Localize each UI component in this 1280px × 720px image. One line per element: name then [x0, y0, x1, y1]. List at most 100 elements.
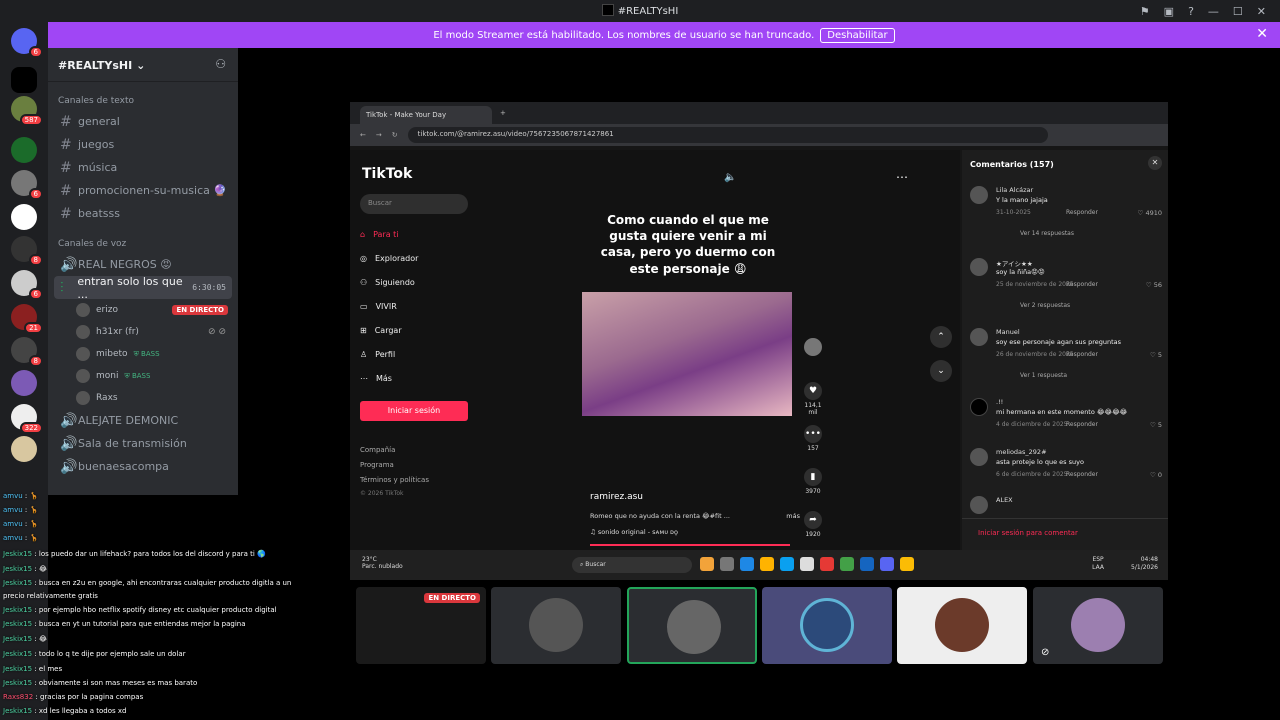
help-icon[interactable]: ?	[1188, 5, 1194, 18]
video-sound[interactable]: ♫ sonido original - ꜱᴀᴍᴜ ᴅϙ	[590, 528, 678, 536]
address-bar[interactable]: tiktok.com/@ramirez.asu/video/7567235067…	[407, 127, 1048, 143]
view-replies[interactable]: Ver 2 respuestas	[1020, 302, 1070, 309]
nav-explorador[interactable]: ◎ Explorador	[360, 254, 418, 263]
tiktok-login-button[interactable]: Iniciar sesión	[360, 401, 468, 421]
voice-user[interactable]: erizo EN DIRECTO	[48, 299, 238, 321]
voice-user[interactable]: mibeto ⛨ BASS	[48, 343, 238, 365]
server-icon[interactable]: 6	[11, 270, 43, 300]
avatar[interactable]	[970, 258, 988, 276]
channel-general[interactable]: # general	[48, 110, 238, 133]
voice-user[interactable]: moni ⛨ BASS	[48, 365, 238, 387]
new-tab-icon[interactable]: +	[500, 109, 506, 117]
like-button[interactable]: ♥ 114,1 mil	[802, 382, 824, 416]
footer-link[interactable]: Términos y políticas	[360, 476, 429, 484]
voice-user[interactable]: h31xr (fr) ⊘ ⊘	[48, 321, 238, 343]
voice-channel-transmision[interactable]: 🔊 Sala de transmisión	[48, 432, 238, 455]
inbox-flag-icon[interactable]: ⚑	[1140, 5, 1150, 18]
server-icon[interactable]: 322	[11, 404, 43, 434]
more-link[interactable]: más	[786, 512, 800, 520]
previous-video-button[interactable]: ⌃	[930, 326, 952, 348]
app-icon[interactable]	[820, 557, 834, 571]
add-member-icon[interactable]: ⚇	[215, 57, 226, 71]
voice-channel-alejate[interactable]: 🔊 ALEJATE DEMONIC	[48, 409, 238, 432]
reply-button[interactable]: Responder	[1066, 281, 1098, 288]
like-count[interactable]: ♡ 5	[1150, 351, 1162, 359]
participant-tile[interactable]	[897, 587, 1027, 664]
app-icon[interactable]	[720, 557, 734, 571]
server-icon[interactable]	[11, 137, 37, 163]
language-indicator[interactable]: ESP LAA	[1092, 556, 1104, 572]
more-options-icon[interactable]: ⋯	[896, 170, 908, 184]
app-icon[interactable]	[860, 557, 874, 571]
tiktok-search-input[interactable]: Buscar	[360, 194, 468, 214]
minimize-button[interactable]: —	[1208, 5, 1219, 18]
reply-button[interactable]: Responder	[1066, 471, 1098, 478]
like-count[interactable]: ♡ 0	[1150, 471, 1162, 479]
footer-link[interactable]: Compañía	[360, 446, 395, 454]
reply-button[interactable]: Responder	[1066, 351, 1098, 358]
view-replies[interactable]: Ver 1 respuesta	[1020, 372, 1067, 379]
avatar[interactable]	[970, 186, 988, 204]
next-video-button[interactable]: ⌄	[930, 360, 952, 382]
server-icon[interactable]	[11, 204, 37, 230]
app-icon[interactable]	[700, 557, 714, 571]
share-button[interactable]: ➦ 1920	[802, 511, 824, 538]
reply-button[interactable]: Responder	[1066, 209, 1098, 216]
creator-avatar[interactable]	[802, 338, 824, 358]
reply-button[interactable]: Responder	[1066, 421, 1098, 428]
save-button[interactable]: ▮ 3970	[802, 468, 824, 495]
participant-tile[interactable]: ⊘	[1033, 587, 1163, 664]
text-channels-category[interactable]: Canales de texto	[48, 82, 238, 110]
reload-icon[interactable]: ↻	[392, 131, 398, 139]
nav-mas[interactable]: ⋯ Más	[360, 374, 392, 383]
comment-button[interactable]: ••• 157	[802, 425, 824, 452]
nav-perfil[interactable]: ♙ Perfil	[360, 350, 395, 359]
app-icon[interactable]	[840, 557, 854, 571]
avatar[interactable]	[970, 398, 988, 416]
stream-tile[interactable]: EN DIRECTO	[356, 587, 486, 664]
taskbar-search[interactable]: ⌕ Buscar	[572, 557, 692, 573]
voice-channel-active[interactable]: ⫶ entran solo los que ... 6:30:05	[54, 275, 232, 301]
view-replies[interactable]: Ver 14 respuestas	[1020, 230, 1074, 237]
tiktok-logo[interactable]: TikTok	[362, 166, 412, 182]
nav-vivir[interactable]: ▭ VIVIR	[360, 302, 397, 311]
avatar[interactable]	[970, 496, 988, 514]
nav-siguiendo[interactable]: ⚇ Siguiendo	[360, 278, 415, 287]
nav-cargar[interactable]: ⊞ Cargar	[360, 326, 402, 335]
discord-home-icon[interactable]: 6	[11, 28, 43, 58]
weather-widget[interactable]: 23°C Parc. nublado	[362, 556, 403, 570]
maximize-button[interactable]: ☐	[1233, 5, 1243, 18]
server-icon[interactable]: 8	[11, 337, 43, 367]
participant-tile[interactable]	[762, 587, 892, 664]
close-window-button[interactable]: ✕	[1257, 5, 1266, 18]
volume-icon[interactable]: 🔈	[724, 172, 736, 183]
channel-promocionen[interactable]: # promocionen-su-musica 🔮	[48, 179, 238, 202]
comment-login-prompt[interactable]: Iniciar sesión para comentar	[962, 518, 1168, 550]
server-icon[interactable]: 21	[11, 304, 43, 334]
back-icon[interactable]: ←	[360, 131, 366, 139]
app-icon[interactable]	[760, 557, 774, 571]
guild-header[interactable]: #REALTYsHI ⌄ ⚇	[48, 48, 238, 82]
like-count[interactable]: ♡ 4910	[1138, 209, 1162, 217]
server-icon[interactable]: 6	[11, 170, 43, 200]
video-player[interactable]	[582, 292, 792, 416]
server-icon[interactable]	[11, 436, 37, 462]
forward-icon[interactable]: →	[376, 131, 382, 139]
channel-juegos[interactable]: # juegos	[48, 133, 238, 156]
participant-tile[interactable]	[627, 587, 757, 664]
server-icon[interactable]	[11, 67, 37, 93]
server-icon[interactable]: 587	[11, 96, 43, 126]
like-count[interactable]: ♡ 56	[1146, 281, 1162, 289]
voice-channel-real-negros[interactable]: 🔊 REAL NEGROS 😡	[48, 253, 238, 276]
close-comments-icon[interactable]: ✕	[1148, 156, 1162, 170]
app-icon[interactable]	[880, 557, 894, 571]
screen-share-view[interactable]: TikTok - Make Your Day + ← → ↻ tiktok.co…	[350, 102, 1168, 580]
avatar[interactable]	[970, 448, 988, 466]
browser-tab[interactable]: TikTok - Make Your Day	[360, 106, 492, 124]
like-count[interactable]: ♡ 5	[1150, 421, 1162, 429]
channel-musica[interactable]: # música	[48, 156, 238, 179]
app-icon[interactable]	[740, 557, 754, 571]
voice-user[interactable]: Raxs	[48, 387, 238, 409]
nav-para-ti[interactable]: ⌂ Para ti	[360, 230, 399, 239]
participant-tile[interactable]	[491, 587, 621, 664]
